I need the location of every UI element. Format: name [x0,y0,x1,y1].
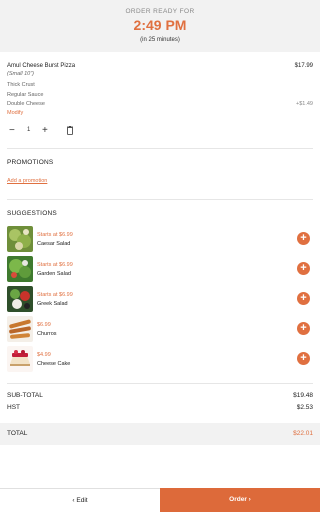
suggestion-item[interactable]: Starts at $6.99 Garden Salad + [7,256,313,282]
suggestion-price: Starts at $6.99 [37,262,73,268]
chevron-left-icon: ‹ [72,497,75,504]
suggestion-item[interactable]: $4.99 Cheese Cake + [7,346,313,372]
footer-actions: ‹ Edit Order › [0,488,320,512]
order-label: Order [229,496,247,503]
ready-eta: (in 25 minutes) [140,37,180,43]
total-label: TOTAL [7,430,28,437]
cart-item-name: Amul Cheese Burst Pizza [7,63,76,69]
divider [7,148,313,149]
modify-link[interactable]: Modify [7,110,23,116]
add-circle-icon[interactable]: + [297,262,310,275]
suggestion-name: Caesar Salad [37,241,71,247]
quantity-value: 1 [27,127,31,133]
suggestion-item[interactable]: $6.99 Churros + [7,316,313,342]
suggestion-price: Starts at $6.99 [37,292,73,298]
subtotal-label: SUB-TOTAL [7,392,43,399]
suggestion-price: Starts at $6.99 [37,232,73,238]
suggestion-item[interactable]: Starts at $6.99 Greek Salad + [7,286,313,312]
suggestion-price: $4.99 [37,352,51,358]
tax-row: HST $2.53 [7,404,313,414]
divider [7,383,313,384]
suggestion-name: Garden Salad [37,271,71,277]
subtotal-value: $19.48 [293,392,313,399]
quantity-stepper: − 1 + [7,125,77,137]
add-promotion-link[interactable]: Add a promotion [7,178,47,184]
cheese-cake-image [7,346,33,372]
cart-item-option-price: +$1.49 [296,101,313,107]
divider [7,199,313,200]
cart-item-size: (Small 10") [7,71,35,77]
edit-button[interactable]: ‹ Edit [0,488,160,512]
greek-salad-image [7,286,33,312]
suggestion-item[interactable]: Starts at $6.99 Caesar Salad + [7,226,313,252]
cart-item-option: Thick Crust [7,82,35,88]
add-circle-icon[interactable]: + [297,352,310,365]
add-circle-icon[interactable]: + [297,322,310,335]
minus-icon[interactable]: − [9,125,15,137]
add-circle-icon[interactable]: + [297,232,310,245]
chevron-right-icon: › [248,496,251,503]
caesar-salad-image [7,226,33,252]
trash-icon[interactable] [67,126,73,135]
garden-salad-image [7,256,33,282]
suggestion-name: Churros [37,331,57,337]
ready-time: 2:49 PM [133,17,187,33]
promotions-title: PROMOTIONS [7,159,54,166]
add-circle-icon[interactable]: + [297,292,310,305]
tax-label: HST [7,404,20,411]
cart-item-option: Double Cheese [7,101,45,107]
suggestion-price: $6.99 [37,322,51,328]
churros-image [7,316,33,342]
total-row: TOTAL $22.01 [0,423,320,445]
order-ready-label: ORDER READY FOR [125,8,195,15]
order-ready-header: ORDER READY FOR 2:49 PM (in 25 minutes) [0,0,320,52]
suggestion-name: Cheese Cake [37,361,71,367]
suggestion-name: Greek Salad [37,301,68,307]
subtotal-row: SUB-TOTAL $19.48 [7,392,313,402]
edit-label: Edit [76,497,88,504]
total-value: $22.01 [293,430,313,437]
suggestions-title: SUGGESTIONS [7,210,57,217]
cart-item-price: $17.99 [294,63,313,69]
cart-item-option: Regular Sauce [7,92,44,98]
tax-value: $2.53 [296,404,313,411]
plus-icon[interactable]: + [42,125,48,137]
order-button[interactable]: Order › [160,488,320,512]
